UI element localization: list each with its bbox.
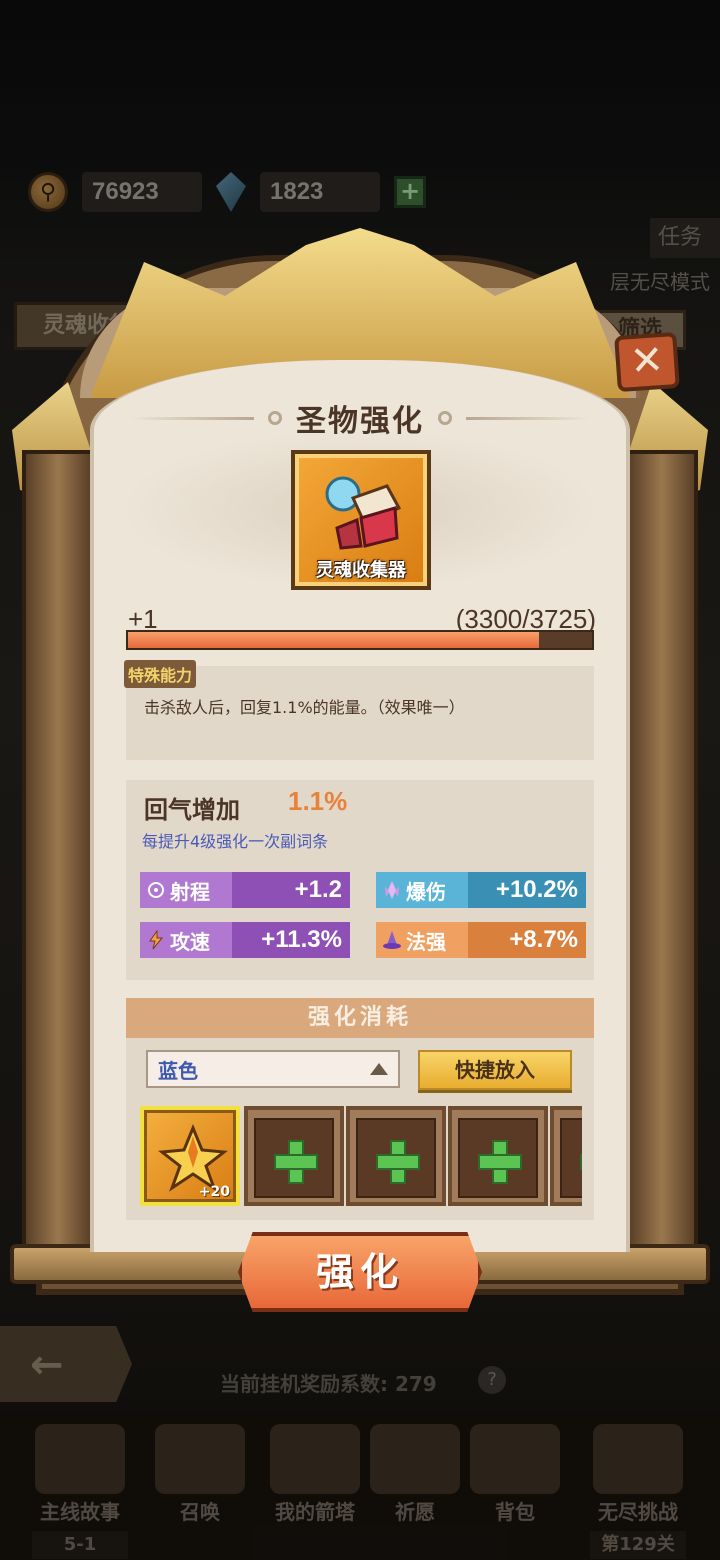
pillar-right (626, 450, 698, 1260)
relic-card[interactable]: 灵魂收集器 (291, 450, 431, 590)
slot-count: +20 (198, 1184, 230, 1200)
soul-collector-icon (325, 476, 402, 550)
star-shard-icon (158, 1124, 228, 1192)
cost-header: 强化消耗 (126, 998, 594, 1038)
exp-progress-fill (128, 632, 540, 648)
stat-name-wrap: 攻速 (140, 922, 232, 958)
pillar-left (22, 450, 94, 1260)
plus-icon (378, 1142, 418, 1182)
main-stat-label: 回气增加 (144, 796, 240, 824)
slot-inner (560, 1118, 582, 1198)
main-stat-value: 1.1% (288, 786, 348, 816)
caret-up-icon (370, 1063, 388, 1075)
material-slot-empty[interactable] (346, 1106, 446, 1206)
material-slot-empty[interactable] (244, 1106, 344, 1206)
material-slots: +20 (140, 1106, 582, 1210)
crystal-icon (385, 881, 399, 899)
upgrade-hint: 每提升4级强化一次副词条 (142, 832, 329, 851)
wizard-hat-icon (383, 931, 401, 949)
stat-crit-damage: 爆伤 +10.2% (376, 872, 586, 908)
modal-title: 圣物强化 (296, 404, 424, 439)
slot-inner (356, 1118, 436, 1198)
enhance-button[interactable]: 强化 (238, 1232, 482, 1312)
title-row: 圣物强化 (130, 398, 590, 439)
quick-fill-button[interactable]: 快捷放入 (418, 1050, 572, 1090)
stat-range: 射程 +1.2 (140, 872, 350, 908)
stat-name: 法强 (406, 929, 446, 954)
title-divider (466, 416, 590, 420)
stat-value: +11.3% (232, 922, 350, 958)
material-slot-empty[interactable] (550, 1106, 582, 1206)
crosshair-icon (148, 882, 164, 898)
plus-icon (480, 1142, 520, 1182)
stat-magic-power: 法强 +8.7% (376, 922, 586, 958)
select-value: 蓝色 (158, 1058, 198, 1083)
title-ornament (438, 411, 452, 425)
stat-name-wrap: 爆伤 (376, 872, 468, 908)
material-rarity-select[interactable]: 蓝色 (146, 1050, 400, 1088)
relic-name: 灵魂收集器 (316, 560, 406, 581)
exp-progress-bar (126, 630, 594, 650)
lightning-icon (149, 930, 164, 950)
special-ability-tag: 特殊能力 (124, 660, 197, 688)
plus-icon (276, 1142, 316, 1182)
material-slot-empty[interactable] (448, 1106, 548, 1206)
slot-inner (254, 1118, 334, 1198)
stat-name-wrap: 法强 (376, 922, 468, 958)
stat-value: +1.2 (232, 872, 350, 908)
slot-inner (458, 1118, 538, 1198)
stat-value: +8.7% (468, 922, 586, 958)
stat-attack-speed: 攻速 +11.3% (140, 922, 350, 958)
stat-value: +10.2% (468, 872, 586, 908)
title-ornament (268, 411, 282, 425)
stat-name-wrap: 射程 (140, 872, 232, 908)
close-button[interactable]: ✕ (614, 331, 680, 393)
material-slot-filled[interactable]: +20 (140, 1106, 240, 1206)
stat-name: 爆伤 (406, 879, 446, 904)
special-ability-text: 击杀敌人后，回复1.1%的能量。（效果唯一） (144, 698, 465, 717)
stat-name: 攻速 (170, 929, 210, 954)
title-divider (130, 416, 254, 420)
stat-name: 射程 (170, 879, 210, 904)
